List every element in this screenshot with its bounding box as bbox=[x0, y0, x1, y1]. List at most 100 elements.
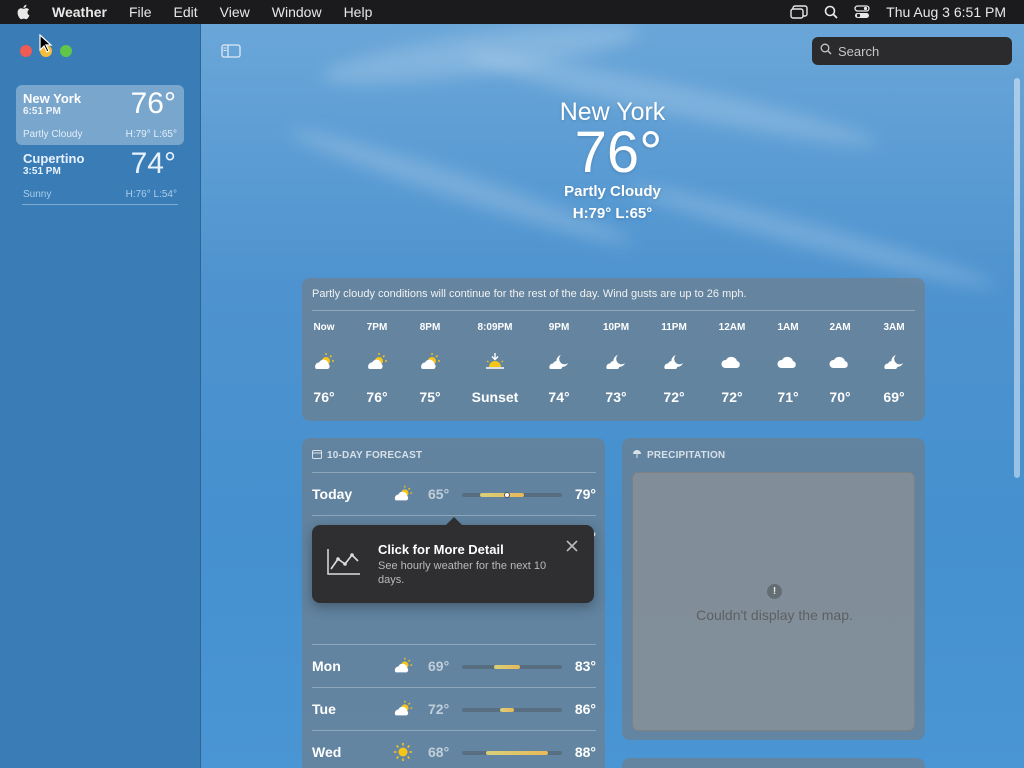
hour-label: Now bbox=[313, 322, 335, 333]
hour-column: 11PM 72° bbox=[644, 322, 704, 405]
partly-cloudy-moon-icon bbox=[644, 347, 704, 377]
umbrella-icon bbox=[632, 449, 642, 462]
partly-cloudy-moon-icon bbox=[529, 347, 589, 377]
sunset-icon bbox=[465, 347, 525, 377]
hour-column: 3AM 69° bbox=[864, 322, 924, 405]
precipitation-map[interactable]: ! Couldn't display the map. bbox=[632, 472, 915, 731]
location-condition: Partly Cloudy bbox=[23, 129, 83, 140]
hour-label: 1AM bbox=[777, 322, 799, 333]
search-input[interactable]: Search bbox=[812, 37, 1012, 65]
hour-label: 9PM bbox=[548, 322, 570, 333]
hour-temp: 74° bbox=[548, 389, 570, 405]
hour-temp: 73° bbox=[605, 389, 627, 405]
close-icon[interactable] bbox=[566, 539, 578, 557]
forecast-high: 83° bbox=[574, 658, 596, 674]
search-icon bbox=[820, 42, 832, 60]
hour-column: 10PM 73° bbox=[586, 322, 646, 405]
close-window-button[interactable] bbox=[20, 45, 32, 57]
hour-temp: 76° bbox=[313, 389, 335, 405]
location-temp: 74° bbox=[130, 147, 176, 180]
hour-label: 11PM bbox=[661, 322, 687, 333]
forecast-row[interactable]: Tue 72° 86° bbox=[312, 687, 596, 730]
apple-menu-icon[interactable] bbox=[16, 4, 38, 20]
next-panel[interactable] bbox=[622, 758, 925, 768]
location-temp: 76° bbox=[130, 87, 176, 120]
maximize-window-button[interactable] bbox=[60, 45, 72, 57]
hour-temp: 69° bbox=[883, 389, 905, 405]
location-hilo: H:79° L:65° bbox=[125, 129, 177, 140]
panel-title: 10-DAY FORECAST bbox=[327, 450, 423, 461]
location-hilo: H:76° L:54° bbox=[125, 189, 177, 200]
sidebar-toggle-icon[interactable] bbox=[221, 44, 241, 63]
location-item-cupertino[interactable]: Cupertino 3:51 PM 74° Sunny H:76° L:54° bbox=[16, 145, 184, 205]
temperature-range-bar bbox=[462, 665, 562, 669]
forecast-row[interactable]: Mon 69° 83° bbox=[312, 644, 596, 687]
hour-temp: 76° bbox=[366, 389, 388, 405]
hour-temp: 71° bbox=[777, 389, 799, 405]
forecast-day: Tue bbox=[312, 701, 336, 717]
partly-cloudy-moon-icon bbox=[864, 347, 924, 377]
menu-file[interactable]: File bbox=[129, 4, 152, 20]
calendar-icon bbox=[312, 449, 322, 462]
hour-label: 12AM bbox=[718, 322, 746, 333]
popover-body: See hourly weather for the next 10 days. bbox=[378, 560, 547, 586]
forecast-high: 86° bbox=[574, 701, 596, 717]
forecast-high: 88° bbox=[574, 744, 596, 760]
partly-cloudy-sun-icon bbox=[347, 347, 407, 377]
menubar-clock[interactable]: Thu Aug 3 6:51 PM bbox=[886, 4, 1006, 20]
menu-bar: Weather File Edit View Window Help Thu A… bbox=[0, 0, 1024, 24]
divider bbox=[312, 310, 915, 311]
mouse-pointer-icon bbox=[39, 33, 53, 59]
sun-icon bbox=[392, 740, 414, 764]
hour-temp: 75° bbox=[419, 389, 441, 405]
partly-cloudy-sun-icon bbox=[294, 347, 354, 377]
hourly-summary: Partly cloudy conditions will continue f… bbox=[312, 288, 747, 300]
sidebar-divider bbox=[22, 204, 178, 205]
hour-column: 7PM 76° bbox=[347, 322, 407, 405]
cloud-icon bbox=[758, 347, 818, 377]
hour-label: 8:09PM bbox=[477, 322, 513, 333]
temperature-range-fill bbox=[486, 751, 548, 755]
detail-tip-popover[interactable]: Click for More Detail See hourly weather… bbox=[312, 517, 594, 603]
forecast-row[interactable]: Today 65° 79° bbox=[312, 472, 596, 515]
hour-column: 9PM 74° bbox=[529, 322, 589, 405]
location-item-new-york[interactable]: New York 6:51 PM 76° Partly Cloudy H:79°… bbox=[16, 85, 184, 145]
menu-help[interactable]: Help bbox=[344, 4, 373, 20]
ten-day-forecast-panel[interactable]: 10-DAY FORECAST Today65°79°Fri69°82°60%M… bbox=[302, 438, 605, 768]
menu-edit[interactable]: Edit bbox=[174, 4, 198, 20]
hour-label: 7PM bbox=[366, 322, 388, 333]
hour-temp: 70° bbox=[829, 389, 851, 405]
menu-window[interactable]: Window bbox=[272, 4, 322, 20]
menu-view[interactable]: View bbox=[220, 4, 250, 20]
hour-column: 8PM 75° bbox=[400, 322, 460, 405]
hourly-forecast-panel[interactable]: Partly cloudy conditions will continue f… bbox=[302, 278, 925, 421]
current-hilo: H:79° L:65° bbox=[572, 205, 653, 222]
hour-temp: Sunset bbox=[471, 389, 519, 405]
partly-cloudy-sun-icon bbox=[392, 654, 414, 678]
hour-column: 1AM 71° bbox=[758, 322, 818, 405]
menu-app-weather[interactable]: Weather bbox=[52, 4, 107, 20]
screen-mirroring-icon[interactable] bbox=[790, 5, 808, 19]
precipitation-panel[interactable]: PRECIPITATION ! Couldn't display the map… bbox=[622, 438, 925, 740]
hour-label: 2AM bbox=[829, 322, 851, 333]
forecast-row[interactable]: Wed 68° 88° bbox=[312, 730, 596, 768]
spotlight-search-icon[interactable] bbox=[824, 5, 838, 19]
temperature-range-bar bbox=[462, 492, 562, 498]
alert-icon: ! bbox=[767, 584, 782, 599]
temperature-range-fill bbox=[500, 708, 514, 712]
forecast-low: 65° bbox=[428, 486, 450, 502]
hour-temp: 72° bbox=[721, 389, 743, 405]
map-error-message: Couldn't display the map. bbox=[696, 607, 853, 623]
current-condition: Partly Cloudy bbox=[564, 183, 661, 200]
current-temp: 76° bbox=[574, 120, 663, 185]
control-center-icon[interactable] bbox=[854, 5, 870, 19]
cloud-icon bbox=[702, 347, 762, 377]
hour-label: 3AM bbox=[883, 322, 905, 333]
forecast-high: 79° bbox=[574, 486, 596, 502]
partly-cloudy-moon-icon bbox=[586, 347, 646, 377]
forecast-day: Mon bbox=[312, 658, 341, 674]
current-temp-dot bbox=[504, 492, 510, 498]
forecast-day: Wed bbox=[312, 744, 342, 760]
temperature-range-fill bbox=[494, 665, 520, 669]
temperature-range-fill bbox=[480, 493, 524, 497]
